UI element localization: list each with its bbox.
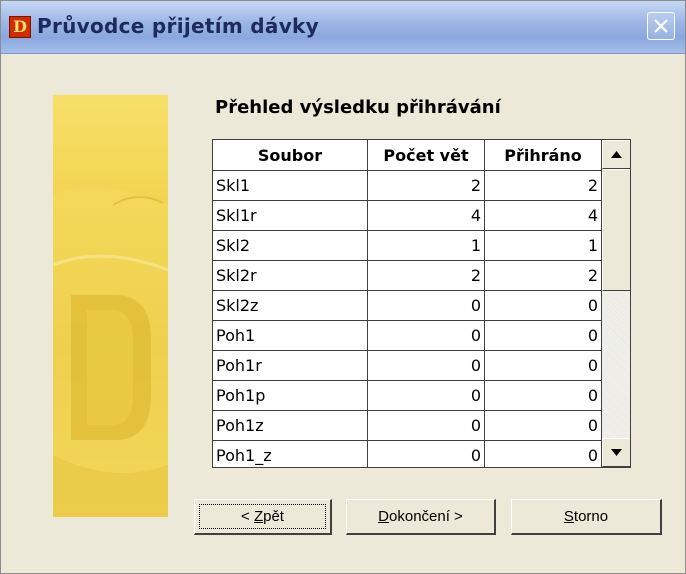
cancel-button-label: torno — [573, 508, 609, 525]
column-header-file[interactable]: Soubor — [213, 140, 368, 171]
cell-file: Poh1 — [213, 320, 368, 351]
cell-record-count: 0 — [367, 440, 485, 467]
close-button[interactable] — [647, 12, 675, 40]
cell-imported: 2 — [484, 260, 602, 291]
cell-file: Skl2 — [213, 230, 368, 261]
column-header-imported[interactable]: Přihráno — [484, 140, 602, 171]
cell-file: Skl1r — [213, 200, 368, 231]
cell-record-count: 2 — [367, 170, 485, 201]
cell-record-count: 0 — [367, 410, 485, 441]
results-table[interactable]: Soubor Počet vět Přihráno Skl1 2 2 Skl1r 4 4… — [212, 139, 631, 468]
table-row[interactable]: Poh1p 0 0 — [213, 380, 602, 411]
cell-file: Skl2z — [213, 290, 368, 321]
table-row[interactable]: Poh1z 0 0 — [213, 410, 602, 441]
cell-imported: 0 — [484, 290, 602, 321]
cell-imported: 2 — [484, 170, 602, 201]
focus-rectangle — [199, 504, 326, 529]
title-bar[interactable]: D Průvodce přijetím dávky — [1, 1, 685, 54]
back-button[interactable]: < Zpět — [194, 499, 332, 535]
cell-imported: 0 — [484, 410, 602, 441]
finish-button[interactable]: Dokončení > — [346, 499, 496, 535]
table-row[interactable]: Skl1 2 2 — [213, 170, 602, 201]
cell-imported: 1 — [484, 230, 602, 261]
cell-imported: 0 — [484, 320, 602, 351]
cell-imported: 0 — [484, 440, 602, 467]
table-row[interactable]: Poh1r 0 0 — [213, 350, 602, 381]
vertical-scrollbar[interactable] — [601, 140, 630, 467]
finish-button-label: okončení > — [389, 508, 463, 525]
app-logo-icon: D — [9, 16, 31, 38]
cell-record-count: 0 — [367, 320, 485, 351]
arrow-down-icon — [611, 449, 622, 456]
wizard-window: D Průvodce přijetím dávky Přehled výsled… — [0, 0, 686, 574]
cell-file: Poh1_z — [213, 440, 368, 467]
arrow-up-icon — [611, 151, 622, 158]
close-icon — [654, 19, 668, 33]
page-heading: Přehled výsledku přihrávání — [215, 97, 501, 118]
cancel-button[interactable]: Storno — [511, 499, 662, 535]
finish-button-mnemonic: D — [378, 508, 390, 525]
cell-record-count: 1 — [367, 230, 485, 261]
cell-imported: 0 — [484, 350, 602, 381]
cell-record-count: 0 — [367, 350, 485, 381]
cell-file: Poh1z — [213, 410, 368, 441]
cell-file: Skl1 — [213, 170, 368, 201]
cell-file: Poh1r — [213, 350, 368, 381]
column-header-record-count[interactable]: Počet vět — [367, 140, 485, 171]
cancel-button-mnemonic: S — [563, 508, 574, 525]
cell-record-count: 0 — [367, 290, 485, 321]
table-header-row: Soubor Počet vět Přihráno — [213, 140, 602, 171]
cell-file: Skl2r — [213, 260, 368, 291]
table-row[interactable]: Poh1 0 0 — [213, 320, 602, 351]
cell-record-count: 0 — [367, 380, 485, 411]
cell-record-count: 4 — [367, 200, 485, 231]
cell-imported: 0 — [484, 380, 602, 411]
scrollbar-thumb[interactable] — [602, 169, 630, 291]
cell-record-count: 2 — [367, 260, 485, 291]
scroll-up-button[interactable] — [602, 140, 630, 169]
wizard-banner-image — [53, 95, 168, 517]
cell-file: Poh1p — [213, 380, 368, 411]
table-row[interactable]: Skl1r 4 4 — [213, 200, 602, 231]
scroll-down-button[interactable] — [602, 438, 630, 467]
table-row[interactable]: Skl2r 2 2 — [213, 260, 602, 291]
table-row[interactable]: Skl2 1 1 — [213, 230, 602, 261]
window-title: Průvodce přijetím dávky — [37, 14, 319, 38]
table-row[interactable]: Skl2z 0 0 — [213, 290, 602, 321]
cell-imported: 4 — [484, 200, 602, 231]
table-row[interactable]: Poh1_z 0 0 — [213, 440, 602, 467]
